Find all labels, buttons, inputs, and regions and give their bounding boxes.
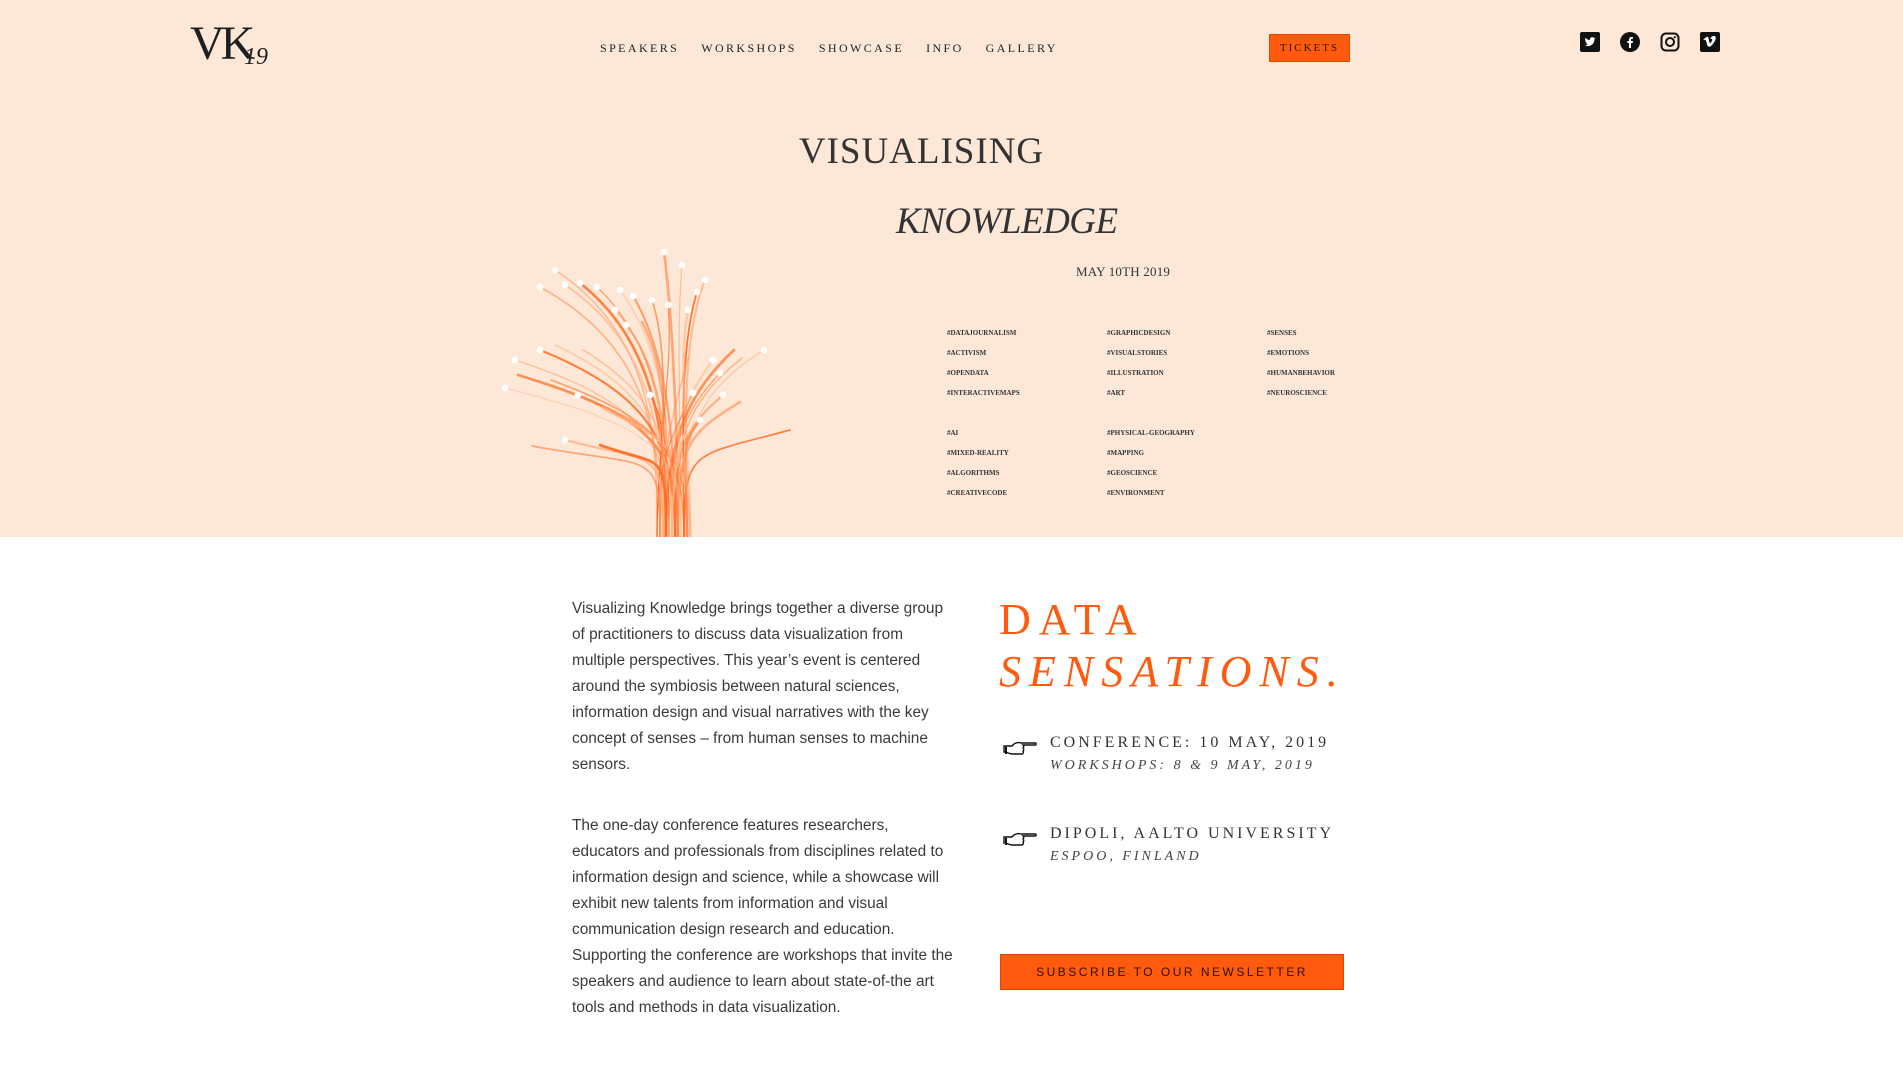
vimeo-icon[interactable] (1700, 32, 1720, 52)
pointing-hand-icon (1003, 832, 1037, 846)
nav-workshops[interactable]: WORKSHOPS (701, 41, 797, 56)
twitter-icon[interactable] (1580, 32, 1600, 52)
hero-title-line1: VISUALISING (798, 131, 1045, 172)
nav-speakers[interactable]: SPEAKERS (600, 41, 679, 56)
intro-paragraph-1: Visualizing Knowledge brings together a … (572, 600, 944, 773)
main-nav: SPEAKERS WORKSHOPS SHOWCASE INFO GALLERY (600, 41, 1058, 56)
site-logo[interactable]: VK 19 (190, 17, 268, 71)
instagram-icon[interactable] (1660, 32, 1680, 52)
tag[interactable]: #MIXED-REALITY (947, 443, 1009, 463)
tag-column-1b: #AI #MIXED-REALITY #ALGORITHMS #CREATIVE… (947, 423, 1009, 503)
heading-sensations: SENSATIONS. (999, 647, 1346, 696)
heading-data: DATA (999, 595, 1145, 644)
tag[interactable]: #GRAPHICDESIGN (1107, 323, 1170, 343)
tag[interactable]: #ENVIRONMENT (1107, 483, 1195, 503)
tag-column-2a: #GRAPHICDESIGN #VISUALSTORIES #ILLUSTRAT… (1107, 323, 1170, 403)
tag[interactable]: #HUMANBEHAVIOR (1267, 363, 1335, 383)
tag[interactable]: #ALGORITHMS (947, 463, 1009, 483)
intro-text: Visualizing Knowledge brings together a … (572, 596, 960, 1021)
pointing-hand-icon (1003, 741, 1037, 755)
tag[interactable]: #SENSES (1267, 323, 1335, 343)
tag-column-3a: #SENSES #EMOTIONS #HUMANBEHAVIOR #NEUROS… (1267, 323, 1335, 403)
tag[interactable]: #MAPPING (1107, 443, 1195, 463)
logo-vk: VK (190, 17, 255, 70)
tag[interactable]: #PHYSICAL-GEOGRAPHY (1107, 423, 1195, 443)
tag[interactable]: #ACTIVISM (947, 343, 1020, 363)
social-links (1580, 32, 1720, 52)
subscribe-newsletter-button[interactable]: SUBSCRIBE TO OUR NEWSLETTER (1000, 954, 1344, 990)
tag[interactable]: #OPENDATA (947, 363, 1020, 383)
venue-name: DIPOLI, AALTO UNIVERSITY (1050, 825, 1334, 842)
workshops-date: WORKSHOPS: 8 & 9 MAY, 2019 (1050, 758, 1315, 773)
intro-paragraph-2: The one-day conference features research… (572, 817, 953, 1016)
conference-date: CONFERENCE: 10 MAY, 2019 (1050, 734, 1330, 751)
nav-showcase[interactable]: SHOWCASE (819, 41, 904, 56)
hero-title-line2: KNOWLEDGE (896, 201, 1118, 242)
tag[interactable]: #INTERACTIVEMAPS (947, 383, 1020, 403)
event-venue: DIPOLI, AALTO UNIVERSITY ESPOO, FINLAND (1002, 825, 1334, 865)
tickets-button[interactable]: TICKETS (1269, 34, 1350, 62)
nav-gallery[interactable]: GALLERY (986, 41, 1058, 56)
tag[interactable]: #GEOSCIENCE (1107, 463, 1195, 483)
tag[interactable]: #NEUROSCIENCE (1267, 383, 1335, 403)
tag-column-1a: #DATAJOURNALISM #ACTIVISM #OPENDATA #INT… (947, 323, 1020, 403)
logo-year: 19 (244, 44, 268, 70)
tag[interactable]: #ILLUSTRATION (1107, 363, 1170, 383)
tag[interactable]: #AI (947, 423, 1009, 443)
tag[interactable]: #ART (1107, 383, 1170, 403)
tag[interactable]: #VISUALSTORIES (1107, 343, 1170, 363)
venue-city: ESPOO, FINLAND (1050, 849, 1202, 864)
tag[interactable]: #DATAJOURNALISM (947, 323, 1020, 343)
tag[interactable]: #EMOTIONS (1267, 343, 1335, 363)
hero-date: MAY 10TH 2019 (1076, 264, 1171, 279)
hero-section: VK 19 SPEAKERS WORKSHOPS SHOWCASE INFO G… (0, 0, 1903, 537)
facebook-icon[interactable] (1620, 32, 1640, 52)
tag[interactable]: #CREATIVECODE (947, 483, 1009, 503)
nav-info[interactable]: INFO (926, 41, 964, 56)
tag-column-2b: #PHYSICAL-GEOGRAPHY #MAPPING #GEOSCIENCE… (1107, 423, 1195, 503)
event-dates: CONFERENCE: 10 MAY, 2019 WORKSHOPS: 8 & … (1002, 734, 1329, 774)
